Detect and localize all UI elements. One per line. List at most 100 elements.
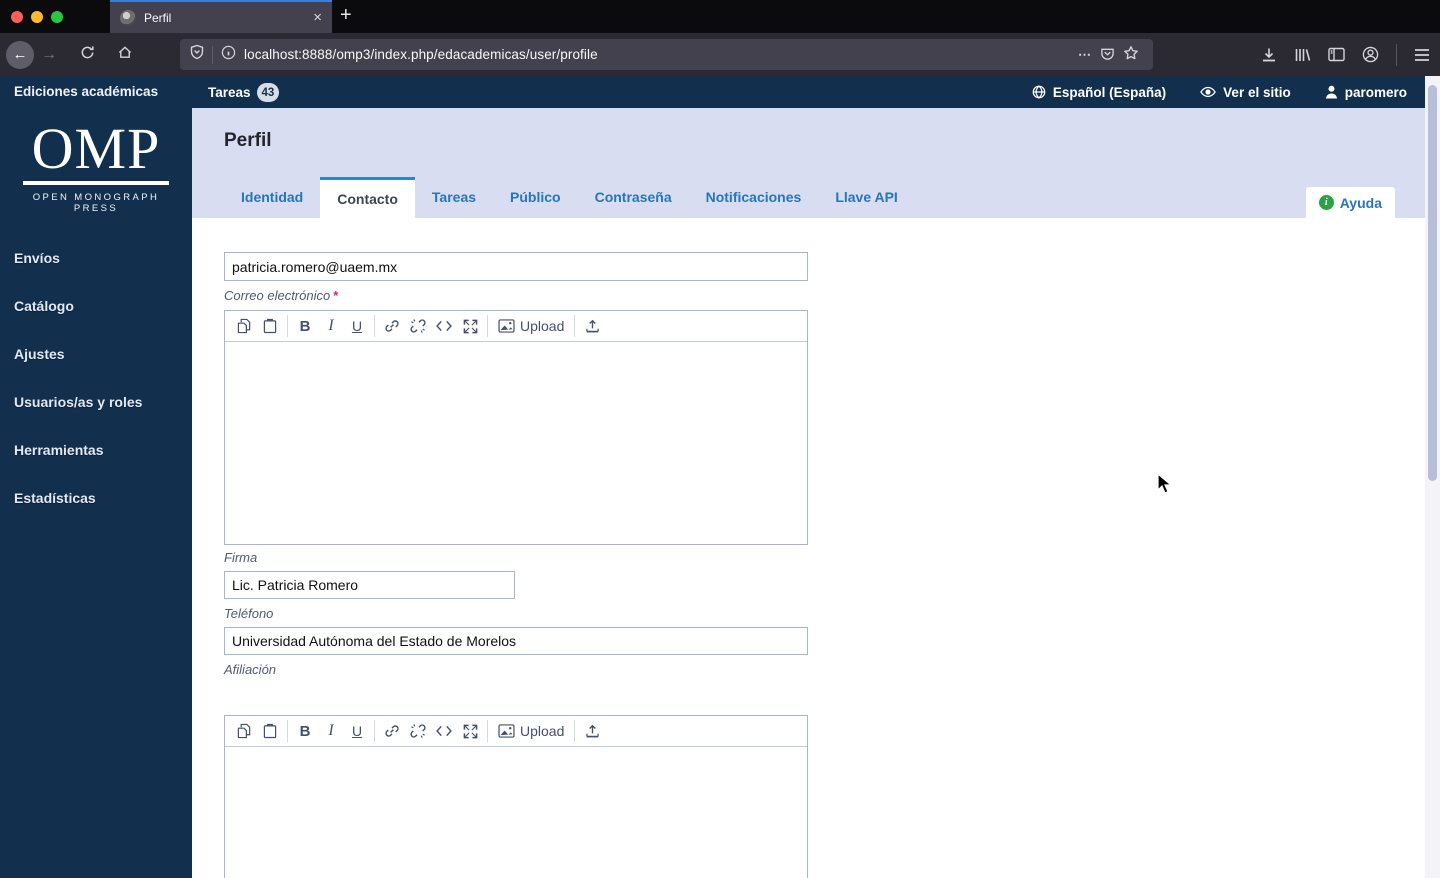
tab-identidad[interactable]: Identidad bbox=[224, 177, 320, 218]
help-button[interactable]: i Ayuda bbox=[1305, 187, 1395, 218]
page-title: Perfil bbox=[224, 130, 272, 151]
image-upload-button[interactable]: Upload bbox=[492, 723, 570, 739]
topbar-right: Español (España) Ver el sitio paromero bbox=[1032, 76, 1407, 108]
italic-button[interactable]: I bbox=[318, 314, 344, 338]
tab-notificaciones[interactable]: Notificaciones bbox=[689, 177, 819, 218]
back-button[interactable]: ← bbox=[6, 40, 34, 69]
toolbar-separator bbox=[374, 720, 375, 742]
sidebar-item-envios[interactable]: Envíos bbox=[0, 250, 192, 267]
italic-button[interactable]: I bbox=[318, 719, 344, 743]
omp-logo-title: OMP bbox=[31, 116, 161, 181]
tasks-count-badge: 43 bbox=[256, 83, 280, 102]
email-label: Correo electrónico * bbox=[224, 288, 1425, 303]
sidebar-item-ajustes[interactable]: Ajustes bbox=[0, 346, 192, 363]
toolbar-separator bbox=[287, 315, 288, 337]
profile-tabs: Identidad Contacto Tareas Público Contra… bbox=[224, 174, 915, 218]
bold-button[interactable]: B bbox=[292, 719, 318, 743]
image-upload-button[interactable]: Upload bbox=[492, 318, 570, 334]
link-icon[interactable] bbox=[379, 314, 405, 338]
toolbar-separator bbox=[487, 315, 488, 337]
window-controls[interactable] bbox=[11, 10, 63, 23]
paste-icon[interactable] bbox=[257, 314, 283, 338]
signature-editor: B I U Upload bbox=[224, 310, 808, 545]
unlink-icon[interactable] bbox=[405, 719, 431, 743]
sidebar-item-usuarios[interactable]: Usuarios/as y roles bbox=[0, 394, 192, 411]
signature-label: Firma bbox=[224, 550, 258, 565]
tasks-button[interactable]: Tareas 43 bbox=[208, 83, 280, 102]
phone-label: Teléfono bbox=[224, 606, 274, 621]
toolbar-divider bbox=[1396, 43, 1397, 66]
page-actions-icon[interactable]: ⋯ bbox=[1078, 47, 1092, 63]
home-button[interactable] bbox=[110, 45, 140, 65]
mouse-cursor bbox=[1157, 472, 1175, 500]
paste-icon[interactable] bbox=[257, 719, 283, 743]
unlink-icon[interactable] bbox=[405, 314, 431, 338]
library-icon[interactable] bbox=[1294, 47, 1311, 63]
user-icon bbox=[1325, 85, 1338, 99]
phone-field[interactable] bbox=[224, 571, 515, 599]
sidebar-item-herramientas[interactable]: Herramientas bbox=[0, 442, 192, 459]
site-info-icon[interactable] bbox=[221, 45, 236, 65]
downloads-icon[interactable] bbox=[1261, 47, 1277, 63]
source-code-icon[interactable] bbox=[431, 719, 457, 743]
close-window-button[interactable] bbox=[11, 10, 23, 23]
tab-contrasena[interactable]: Contraseña bbox=[578, 177, 689, 218]
email-label-text: Correo electrónico bbox=[224, 288, 331, 303]
pocket-icon[interactable] bbox=[1100, 46, 1115, 64]
tab-contacto[interactable]: Contacto bbox=[320, 177, 415, 218]
toolbar-separator bbox=[574, 315, 576, 337]
contact-form: Correo electrónico* bbox=[192, 218, 1425, 878]
tasks-label: Tareas bbox=[208, 85, 251, 100]
browser-toolbar: ← → localhost:8888/omp3/index.php/edacad… bbox=[0, 33, 1440, 76]
toolbar-separator bbox=[574, 720, 576, 742]
import-upload-icon[interactable] bbox=[579, 314, 605, 338]
underline-button[interactable]: U bbox=[344, 719, 370, 743]
zoom-window-button[interactable] bbox=[51, 10, 63, 23]
underline-button[interactable]: U bbox=[344, 314, 370, 338]
import-upload-icon[interactable] bbox=[579, 719, 605, 743]
url-bar[interactable]: localhost:8888/omp3/index.php/edacademic… bbox=[180, 39, 1153, 70]
mailing-address-editor-body[interactable] bbox=[225, 747, 807, 878]
sidebar-item-estadisticas[interactable]: Estadísticas bbox=[0, 490, 192, 507]
tab-publico[interactable]: Público bbox=[493, 177, 578, 218]
link-icon[interactable] bbox=[379, 719, 405, 743]
sidebar-toggle-icon[interactable] bbox=[1328, 47, 1345, 62]
forward-button[interactable]: → bbox=[34, 46, 64, 64]
account-icon[interactable] bbox=[1362, 46, 1379, 63]
page-scrollbar[interactable] bbox=[1425, 76, 1440, 878]
page-header: Perfil Identidad Contacto Tareas Público… bbox=[192, 108, 1425, 218]
copy-icon[interactable] bbox=[231, 314, 257, 338]
upload-label: Upload bbox=[520, 723, 565, 739]
close-tab-icon[interactable]: × bbox=[313, 9, 322, 26]
signature-editor-body[interactable] bbox=[225, 342, 807, 544]
view-site-link[interactable]: Ver el sitio bbox=[1200, 85, 1291, 100]
tab-favicon bbox=[120, 9, 136, 26]
menu-hamburger-icon[interactable] bbox=[1414, 48, 1430, 62]
tracking-protection-shield-icon[interactable] bbox=[190, 44, 204, 65]
language-menu[interactable]: Español (España) bbox=[1032, 85, 1166, 100]
affiliation-field[interactable] bbox=[224, 627, 808, 655]
email-field[interactable] bbox=[224, 252, 808, 281]
url-text[interactable]: localhost:8888/omp3/index.php/edacademic… bbox=[244, 47, 1074, 62]
sidebar-item-catalogo[interactable]: Catálogo bbox=[0, 298, 192, 315]
tab-llave-api[interactable]: Llave API bbox=[818, 177, 915, 218]
upload-label: Upload bbox=[520, 318, 565, 334]
fullscreen-icon[interactable] bbox=[457, 314, 483, 338]
user-menu[interactable]: paromero bbox=[1325, 85, 1407, 100]
copy-icon[interactable] bbox=[231, 719, 257, 743]
fullscreen-icon[interactable] bbox=[457, 719, 483, 743]
minimize-window-button[interactable] bbox=[31, 10, 43, 23]
bookmark-star-icon[interactable] bbox=[1123, 45, 1139, 64]
omp-logo-subtitle: OPEN MONOGRAPH PRESS bbox=[32, 192, 160, 214]
press-name[interactable]: Ediciones académicas bbox=[14, 84, 158, 99]
editor-toolbar: B I U Upload bbox=[225, 311, 807, 342]
reload-button[interactable] bbox=[72, 45, 102, 65]
editor-toolbar: B I U Upload bbox=[225, 716, 807, 747]
username-label: paromero bbox=[1344, 84, 1407, 100]
new-tab-button[interactable]: + bbox=[340, 4, 352, 27]
bold-button[interactable]: B bbox=[292, 314, 318, 338]
browser-tab[interactable]: Perfil × bbox=[110, 0, 332, 33]
source-code-icon[interactable] bbox=[431, 314, 457, 338]
scrollbar-thumb[interactable] bbox=[1428, 85, 1437, 481]
tab-tareas[interactable]: Tareas bbox=[415, 177, 493, 218]
